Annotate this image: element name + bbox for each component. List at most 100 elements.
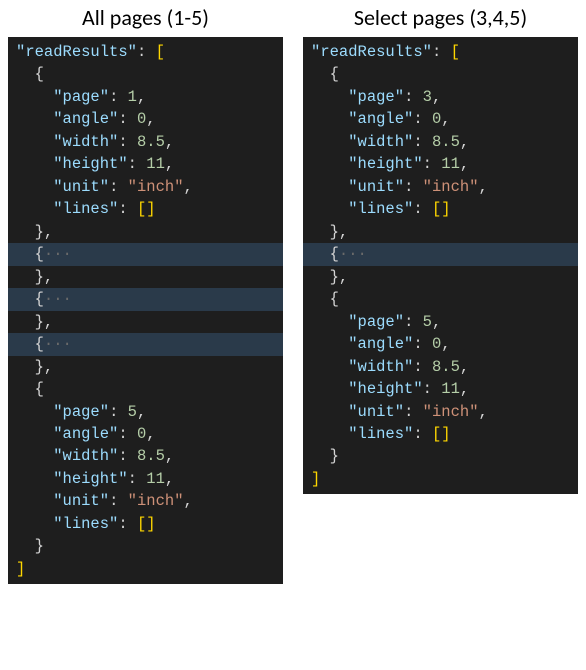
- key-label: height: [63, 155, 119, 173]
- value: 8.5: [137, 133, 165, 151]
- key-label: angle: [63, 110, 110, 128]
- value: 11: [441, 380, 460, 398]
- collapsed-row[interactable]: {···: [8, 333, 283, 355]
- code-line: },: [303, 266, 578, 288]
- value: 0: [432, 110, 441, 128]
- code-line: "unit": "inch",: [8, 176, 283, 198]
- code-line: },: [8, 221, 283, 243]
- code-line: }: [8, 535, 283, 557]
- code-line: "page": 1,: [8, 86, 283, 108]
- value: inch: [137, 178, 174, 196]
- code-line: "lines": []: [303, 423, 578, 445]
- key-label: angle: [63, 425, 110, 443]
- code-line: "unit": "inch",: [8, 490, 283, 512]
- key-label: page: [358, 88, 395, 106]
- key-label: width: [358, 133, 405, 151]
- value: 5: [128, 403, 137, 421]
- code-line: "lines": []: [8, 513, 283, 535]
- value: inch: [432, 403, 469, 421]
- value: 8.5: [137, 447, 165, 465]
- code-line: "readResults": [: [8, 41, 283, 63]
- key-label: width: [63, 447, 110, 465]
- left-code-block: "readResults": [ { "page": 1, "angle": 0…: [8, 37, 283, 584]
- code-line: "lines": []: [303, 198, 578, 220]
- code-line: "angle": 0,: [303, 333, 578, 355]
- key-label: lines: [358, 425, 405, 443]
- code-line: {: [303, 63, 578, 85]
- code-line: "width": 8.5,: [303, 356, 578, 378]
- code-line: {: [8, 378, 283, 400]
- key-label: angle: [358, 335, 405, 353]
- key-label: page: [63, 88, 100, 106]
- key-label: angle: [358, 110, 405, 128]
- key-label: unit: [358, 178, 395, 196]
- code-line: },: [8, 356, 283, 378]
- key-label: unit: [63, 492, 100, 510]
- code-line: },: [303, 221, 578, 243]
- ellipsis-icon: ···: [44, 290, 72, 308]
- value: 11: [146, 470, 165, 488]
- value: 8.5: [432, 358, 460, 376]
- code-line: "angle": 0,: [8, 423, 283, 445]
- key-label: height: [358, 155, 414, 173]
- value: 1: [128, 88, 137, 106]
- value: inch: [137, 492, 174, 510]
- code-line: "page": 5,: [8, 401, 283, 423]
- code-line: "height": 11,: [303, 153, 578, 175]
- value: 8.5: [432, 133, 460, 151]
- value: 0: [432, 335, 441, 353]
- value: 5: [423, 313, 432, 331]
- value: 0: [137, 425, 146, 443]
- key-label: lines: [63, 515, 110, 533]
- root-key: readResults: [320, 43, 422, 61]
- code-line: "width": 8.5,: [303, 131, 578, 153]
- right-code-block: "readResults": [ { "page": 3, "angle": 0…: [303, 37, 578, 494]
- key-label: unit: [358, 403, 395, 421]
- left-panel-title: All pages (1-5): [8, 4, 283, 31]
- key-label: width: [358, 358, 405, 376]
- code-line: "height": 11,: [8, 468, 283, 490]
- collapsed-row[interactable]: {···: [8, 288, 283, 310]
- code-line: "width": 8.5,: [8, 131, 283, 153]
- code-line: {: [303, 288, 578, 310]
- key-label: unit: [63, 178, 100, 196]
- code-line: "height": 11,: [8, 153, 283, 175]
- ellipsis-icon: ···: [44, 335, 72, 353]
- code-line: "page": 5,: [303, 311, 578, 333]
- value: 0: [137, 110, 146, 128]
- code-line: ]: [303, 468, 578, 490]
- key-label: width: [63, 133, 110, 151]
- value: 11: [441, 155, 460, 173]
- left-panel: All pages (1-5) "readResults": [ { "page…: [8, 4, 283, 584]
- key-label: page: [63, 403, 100, 421]
- key-label: height: [358, 380, 414, 398]
- collapsed-row[interactable]: {···: [8, 243, 283, 265]
- value: inch: [432, 178, 469, 196]
- code-line: "width": 8.5,: [8, 445, 283, 467]
- root-key: readResults: [25, 43, 127, 61]
- code-line: "unit": "inch",: [303, 176, 578, 198]
- code-line: "angle": 0,: [303, 108, 578, 130]
- key-label: lines: [63, 200, 110, 218]
- value: 3: [423, 88, 432, 106]
- code-line: "readResults": [: [303, 41, 578, 63]
- code-line: "angle": 0,: [8, 108, 283, 130]
- key-label: page: [358, 313, 395, 331]
- code-line: "unit": "inch",: [303, 401, 578, 423]
- code-line: ]: [8, 558, 283, 580]
- code-line: "height": 11,: [303, 378, 578, 400]
- value: 11: [146, 155, 165, 173]
- key-label: lines: [358, 200, 405, 218]
- code-line: "lines": []: [8, 198, 283, 220]
- code-line: "page": 3,: [303, 86, 578, 108]
- code-line: {: [8, 63, 283, 85]
- code-line: }: [303, 445, 578, 467]
- right-panel-title: Select pages (3,4,5): [303, 4, 578, 31]
- ellipsis-icon: ···: [339, 245, 367, 263]
- right-panel: Select pages (3,4,5) "readResults": [ { …: [303, 4, 578, 584]
- code-line: },: [8, 266, 283, 288]
- key-label: height: [63, 470, 119, 488]
- ellipsis-icon: ···: [44, 245, 72, 263]
- collapsed-row[interactable]: {···: [303, 243, 578, 265]
- code-line: },: [8, 311, 283, 333]
